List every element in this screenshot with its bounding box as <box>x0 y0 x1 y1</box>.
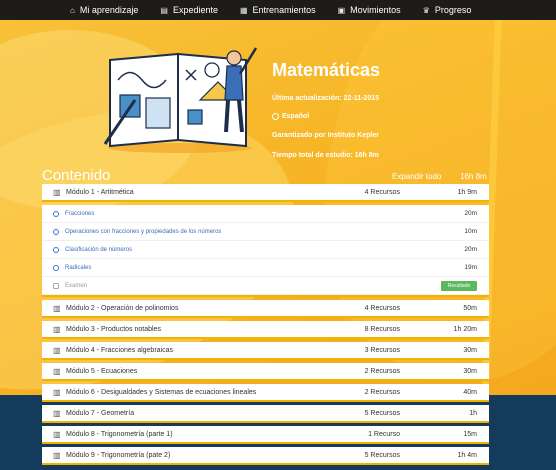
module-icon: ▥ <box>53 187 61 197</box>
lesson-item[interactable]: Fracciones 20m <box>42 205 489 223</box>
language-label: Español <box>282 113 310 120</box>
module-title: Módulo 8 - Trigonometría (parte 1) <box>66 430 173 438</box>
module-header[interactable]: ▥ Módulo 9 - Trigonometría (pate 2) 5 Re… <box>42 447 489 465</box>
module-resources: 8 Recursos <box>364 325 400 333</box>
module-resources: 2 Recursos <box>364 367 400 375</box>
nav-movimientos[interactable]: ▣ Movimientos <box>338 5 401 15</box>
lesson-title[interactable]: Radicales <box>65 265 91 271</box>
module-resources: 1 Recurso <box>368 430 400 438</box>
module-icon: ▥ <box>53 387 61 397</box>
lesson-title[interactable]: Fracciones <box>65 211 94 217</box>
lesson-title[interactable]: Clasificación de números <box>65 247 132 253</box>
module-duration: 1h <box>469 409 477 417</box>
exam-item: Examen Resultado <box>42 277 489 295</box>
nav-label: Progreso <box>434 5 472 15</box>
module-duration: 1h 20m <box>453 325 477 333</box>
module-duration: 40m <box>463 388 477 396</box>
course-title: Matemáticas <box>272 60 381 80</box>
nav-label: Mi aprendizaje <box>79 5 139 15</box>
module-header[interactable]: ▥ Módulo 5 - Ecuaciones 2 Recursos 30m <box>42 363 489 381</box>
course-language: Español <box>272 113 309 120</box>
lesson-item[interactable]: Clasificación de números 20m <box>42 241 489 259</box>
module-title: Módulo 5 - Ecuaciones <box>66 367 138 375</box>
module-duration: 1h 4m <box>457 451 477 459</box>
module-title: Módulo 7 - Geometría <box>66 409 135 417</box>
module-resources: 3 Recursos <box>364 346 400 354</box>
module-duration: 30m <box>463 346 477 354</box>
lesson-duration: 20m <box>464 246 477 253</box>
module-list: ▥ Módulo 1 - Artitmética 4 Recursos 1h 9… <box>42 184 489 468</box>
top-navbar: ⌂ Mi aprendizaje ▤ Expediente ▦ Entrenam… <box>0 0 556 20</box>
module-icon: ▥ <box>53 345 61 355</box>
module-resources: 4 Recursos <box>364 304 400 312</box>
module-icon: ▥ <box>53 324 61 334</box>
module-header[interactable]: ▥ Módulo 8 - Trigonometría (parte 1) 1 R… <box>42 426 489 444</box>
video-icon <box>53 228 59 235</box>
nav-mi-aprendizaje[interactable]: ⌂ Mi aprendizaje <box>70 5 138 15</box>
transfer-icon: ▣ <box>337 5 346 15</box>
module-header[interactable]: ▥ Módulo 6 - Desigualdades y Sistemas de… <box>42 384 489 402</box>
total-study-time: Tiempo total de estudio: 16h 8m <box>272 152 379 159</box>
nav-label: Expediente <box>172 5 218 15</box>
nav-expediente[interactable]: ▤ Expediente <box>160 5 218 15</box>
lesson-item[interactable]: Operaciones con fracciones y propiedades… <box>42 223 489 241</box>
module-resources: 5 Recursos <box>364 409 400 417</box>
content-total-duration: 16h 8m <box>460 172 487 181</box>
module-duration: 30m <box>463 367 477 375</box>
progress-icon: ♛ <box>422 5 430 15</box>
lesson-duration: 19m <box>464 264 477 271</box>
result-button[interactable]: Resultado <box>441 280 477 291</box>
module-title: Módulo 9 - Trigonometría (pate 2) <box>66 451 171 459</box>
module-header-1[interactable]: ▥ Módulo 1 - Artitmética 4 Recursos 1h 9… <box>42 184 489 202</box>
content-heading: Contenido <box>42 167 111 184</box>
module-icon: ▥ <box>53 450 61 460</box>
globe-icon <box>272 113 279 120</box>
course-guarantee: Garantizado por Instituto Kepler <box>272 132 379 139</box>
video-icon <box>53 246 59 253</box>
nav-entrenamientos[interactable]: ▦ Entrenamientos <box>240 5 316 15</box>
module-duration: 50m <box>463 304 477 312</box>
home-icon: ⌂ <box>70 5 75 15</box>
lesson-duration: 10m <box>464 228 477 235</box>
module-duration: 15m <box>463 430 477 438</box>
video-icon <box>53 264 59 271</box>
module-title: Módulo 1 - Artitmética <box>66 188 134 196</box>
module-title: Módulo 4 - Fracciones algebraicas <box>66 346 173 354</box>
expand-all-link[interactable]: Expandir todo <box>392 172 441 181</box>
result-button-label: Resultado <box>447 282 471 289</box>
video-icon <box>53 210 59 217</box>
exam-title: Examen <box>65 282 88 289</box>
nav-label: Entrenamientos <box>252 5 316 15</box>
lesson-duration: 20m <box>464 210 477 217</box>
lesson-title[interactable]: Operaciones con fracciones y propiedades… <box>65 229 221 235</box>
document-icon <box>53 282 59 289</box>
module-icon: ▥ <box>53 366 61 376</box>
module-icon: ▥ <box>53 408 61 418</box>
folder-icon: ▤ <box>160 5 168 15</box>
module-resources: 2 Recursos <box>364 388 400 396</box>
module-title: Módulo 6 - Desigualdades y Sistemas de e… <box>66 388 257 396</box>
module-resources: 4 Recursos <box>364 188 400 196</box>
module-duration: 1h 9m <box>457 188 477 196</box>
module-header[interactable]: ▥ Módulo 2 - Operación de polinomios 4 R… <box>42 300 489 318</box>
module-icon: ▥ <box>53 429 61 439</box>
nav-label: Movimientos <box>350 5 401 15</box>
nav-progreso[interactable]: ♛ Progreso <box>423 5 472 15</box>
module-title: Módulo 3 - Productos notables <box>66 325 161 333</box>
module-title: Módulo 2 - Operación de polinomios <box>66 304 179 312</box>
module-expanded: ▥ Módulo 1 - Artitmética 4 Recursos 1h 9… <box>42 184 489 297</box>
module-header[interactable]: ▥ Módulo 4 - Fracciones algebraicas 3 Re… <box>42 342 489 360</box>
last-updated: Última actualización: 22-11-2015 <box>272 95 379 102</box>
module-resources: 5 Recursos <box>364 451 400 459</box>
lesson-item[interactable]: Radicales 19m <box>42 259 489 277</box>
briefcase-icon: ▦ <box>239 5 248 15</box>
module-icon: ▥ <box>53 303 61 313</box>
module-header[interactable]: ▥ Módulo 3 - Productos notables 8 Recurs… <box>42 321 489 339</box>
module-header[interactable]: ▥ Módulo 7 - Geometría 5 Recursos 1h <box>42 405 489 423</box>
math-illustration <box>103 47 258 153</box>
